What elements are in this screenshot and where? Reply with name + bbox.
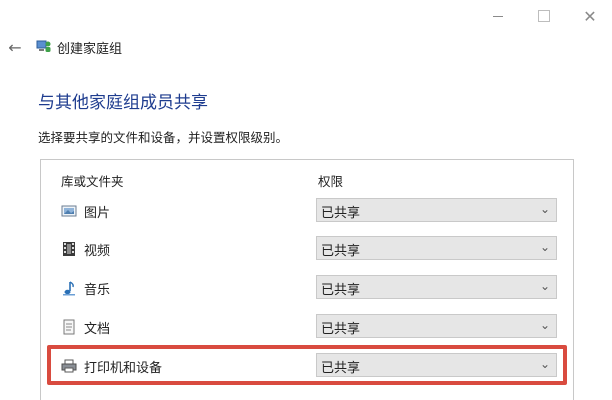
documents-icon xyxy=(63,319,75,335)
column-header-permission: 权限 xyxy=(318,174,344,189)
share-row-music: 音乐 已共享 ⌄ xyxy=(41,273,573,303)
chevron-down-icon: ⌄ xyxy=(539,318,550,332)
back-arrow-icon: ← xyxy=(8,37,22,57)
share-row-pictures: 图片 已共享 ⌄ xyxy=(41,196,573,226)
page-description: 选择要共享的文件和设备，并设置权限级别。 xyxy=(38,130,289,145)
maximize-button[interactable] xyxy=(521,0,567,32)
chevron-down-icon: ⌄ xyxy=(539,240,550,254)
page-breadcrumb-title: 创建家庭组 xyxy=(57,42,123,57)
navigation-bar: ← 创建家庭组 xyxy=(0,34,612,60)
dropdown-value: 已共享 xyxy=(321,206,361,221)
column-header-folder: 库或文件夹 xyxy=(61,174,124,189)
row-label: 音乐 xyxy=(84,283,111,298)
share-row-videos: 视频 已共享 ⌄ xyxy=(41,234,573,264)
videos-icon xyxy=(63,242,75,256)
maximize-icon xyxy=(538,10,550,22)
share-row-documents: 文档 已共享 ⌄ xyxy=(41,312,573,342)
permission-dropdown[interactable]: 已共享 ⌄ xyxy=(316,314,557,338)
close-icon: ✕ xyxy=(583,6,597,26)
minimize-button[interactable] xyxy=(475,0,521,32)
permission-dropdown[interactable]: 已共享 ⌄ xyxy=(316,275,557,299)
title-bar: ✕ xyxy=(0,0,612,32)
dropdown-value: 已共享 xyxy=(321,322,361,337)
dropdown-value: 已共享 xyxy=(321,283,361,298)
chevron-down-icon: ⌄ xyxy=(539,279,550,293)
row-label: 视频 xyxy=(84,244,111,259)
permission-dropdown[interactable]: 已共享 ⌄ xyxy=(316,198,557,222)
homegroup-icon xyxy=(36,40,51,52)
permission-dropdown[interactable]: 已共享 ⌄ xyxy=(316,236,557,260)
music-icon xyxy=(63,281,75,296)
back-button[interactable]: ← xyxy=(4,36,26,58)
minimize-icon xyxy=(493,15,503,17)
row-label: 图片 xyxy=(84,206,111,221)
chevron-down-icon: ⌄ xyxy=(539,202,550,216)
close-button[interactable]: ✕ xyxy=(567,0,612,32)
highlight-box xyxy=(47,345,567,385)
row-label: 文档 xyxy=(84,322,111,337)
page-heading: 与其他家庭组成员共享 xyxy=(38,93,208,113)
dropdown-value: 已共享 xyxy=(321,244,361,259)
pictures-icon xyxy=(61,205,77,217)
